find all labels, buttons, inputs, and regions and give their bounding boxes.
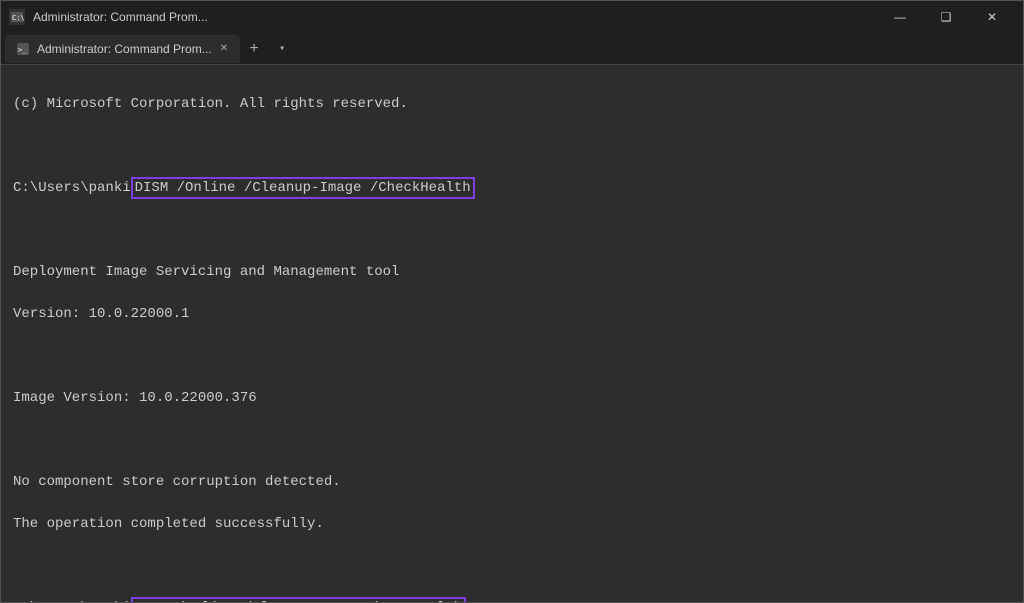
tab-dropdown-button[interactable]: ▾ [268,35,296,63]
complete-line-1: The operation completed successfully. [13,514,1011,535]
prompt-1: C:\Users\panki [13,180,131,196]
blank-line-4 [13,430,1011,451]
prompt-2: C:\Users\panki [13,600,131,602]
app-icon: C:\ [9,9,25,25]
deploy-line-1: Deployment Image Servicing and Managemen… [13,262,1011,283]
cmd-line-2: C:\Users\pankiDISM /Online /Cleanup-Imag… [13,598,1011,602]
close-button[interactable]: ✕ [969,1,1015,33]
window: C:\ Administrator: Command Prom... — ❑ ✕… [0,0,1024,603]
nostore-line-1: No component store corruption detected. [13,472,1011,493]
blank-line-1 [13,136,1011,157]
terminal-output[interactable]: (c) Microsoft Corporation. All rights re… [1,65,1023,602]
blank-line-3 [13,346,1011,367]
highlighted-cmd-1: DISM /Online /Cleanup-Image /CheckHealth [131,177,475,199]
image-line-1: Image Version: 10.0.22000.376 [13,388,1011,409]
tab-close-icon[interactable]: ✕ [220,43,228,54]
restore-button[interactable]: ❑ [923,1,969,33]
window-controls: — ❑ ✕ [877,1,1015,33]
tab-label: Administrator: Command Prom... [37,42,212,56]
copyright-line: (c) Microsoft Corporation. All rights re… [13,94,1011,115]
minimize-button[interactable]: — [877,1,923,33]
new-tab-button[interactable]: + [240,35,268,63]
window-title: Administrator: Command Prom... [33,10,877,24]
svg-text:C:\: C:\ [12,14,24,22]
cmd-line-1: C:\Users\pankiDISM /Online /Cleanup-Imag… [13,178,1011,199]
titlebar: C:\ Administrator: Command Prom... — ❑ ✕ [1,1,1023,33]
tab-cmd[interactable]: >_ Administrator: Command Prom... ✕ [5,35,240,63]
terminal-icon: >_ [17,43,29,55]
highlighted-cmd-2: DISM /Online /Cleanup-Image /ScanHealth [131,597,467,602]
svg-text:>_: >_ [18,46,27,54]
tab-bar: >_ Administrator: Command Prom... ✕ + ▾ [1,33,1023,65]
version-line-1: Version: 10.0.22000.1 [13,304,1011,325]
blank-line-2 [13,220,1011,241]
blank-line-5 [13,556,1011,577]
